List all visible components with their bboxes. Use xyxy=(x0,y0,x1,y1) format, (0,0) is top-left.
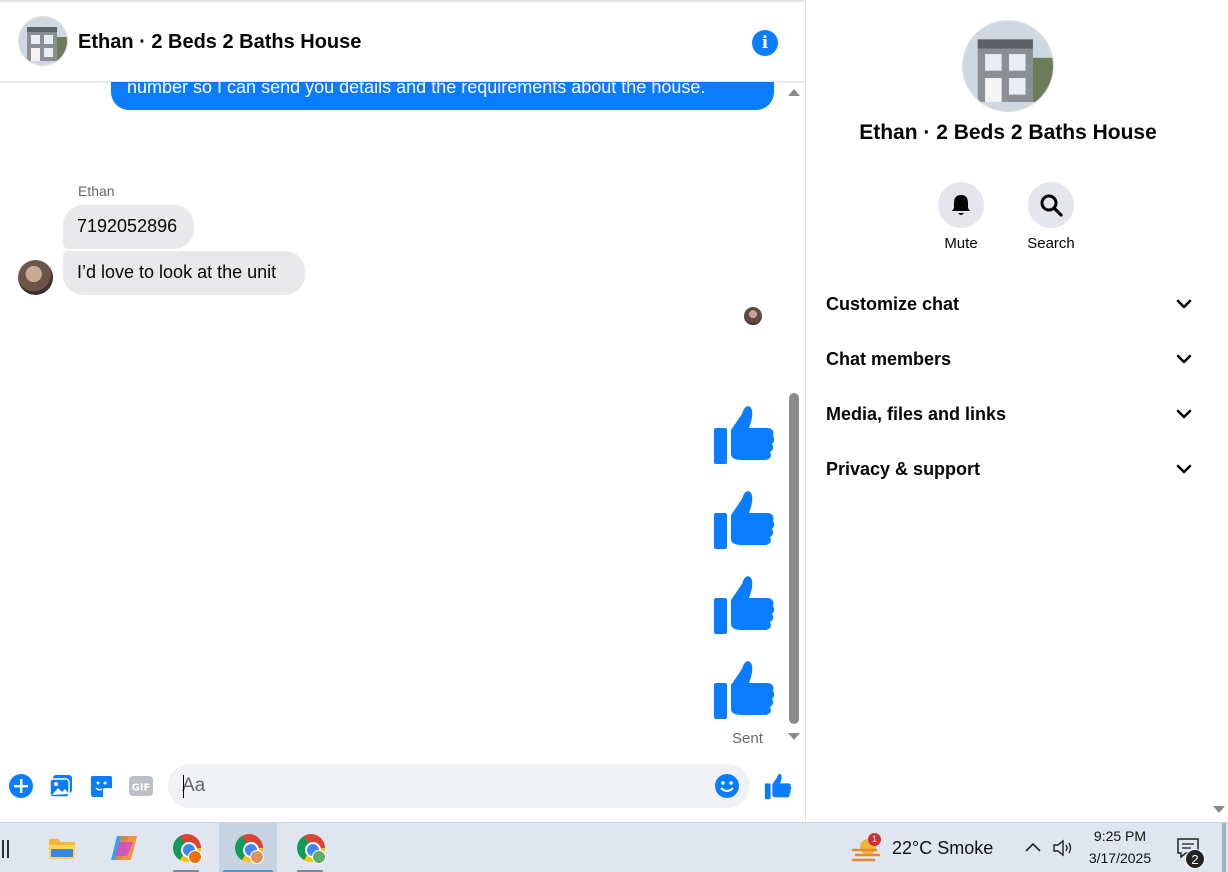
panel-avatar[interactable] xyxy=(962,20,1054,112)
conversation-avatar[interactable] xyxy=(18,16,68,66)
search-button[interactable]: Search xyxy=(1006,182,1096,252)
profile-badge-icon xyxy=(312,850,326,864)
scroll-down-arrow[interactable] xyxy=(788,733,800,740)
section-title: Media, files and links xyxy=(826,404,1007,424)
volume-icon[interactable] xyxy=(1052,838,1076,858)
app-window: Ethan · 2 Beds 2 Baths House i number so… xyxy=(0,0,1228,872)
text-caret xyxy=(183,775,184,798)
chat-pane: Ethan · 2 Beds 2 Baths House i number so… xyxy=(0,0,806,822)
taskbar-chrome-profile-b[interactable] xyxy=(219,823,277,872)
taskbar-chrome-profile-c[interactable] xyxy=(281,823,339,872)
thumbs-up-icon[interactable] xyxy=(712,487,776,551)
folder-icon xyxy=(49,839,75,859)
taskbar-copilot[interactable] xyxy=(95,823,153,872)
chat-header: Ethan · 2 Beds 2 Baths House i xyxy=(0,0,805,82)
incoming-message-bubble[interactable]: 7192052896 xyxy=(63,205,194,249)
info-icon[interactable]: i xyxy=(752,30,778,56)
section-privacy-support[interactable]: Privacy & support xyxy=(826,449,1194,489)
search-label: Search xyxy=(1027,235,1075,252)
message-input-box[interactable] xyxy=(168,764,750,808)
weather-text[interactable]: 22°C Smoke xyxy=(892,838,993,859)
scroll-down-arrow[interactable] xyxy=(1213,806,1225,813)
sticker-icon[interactable] xyxy=(88,773,114,799)
sender-name: Ethan xyxy=(78,183,115,199)
emoji-icon[interactable] xyxy=(714,773,740,799)
section-media-files-links[interactable]: Media, files and links xyxy=(826,394,1194,434)
show-desktop-button[interactable] xyxy=(1222,823,1226,872)
task-view-icon[interactable] xyxy=(0,838,12,860)
section-title: Chat members xyxy=(826,349,952,369)
section-title: Privacy & support xyxy=(826,459,981,479)
notification-count-badge: 2 xyxy=(1185,849,1205,869)
sender-avatar[interactable] xyxy=(18,260,53,295)
svg-text:GIF: GIF xyxy=(132,783,151,794)
scrollbar-thumb[interactable] xyxy=(789,393,799,724)
bell-icon xyxy=(952,195,970,215)
taskbar-chrome-profile-a[interactable] xyxy=(157,823,215,872)
outgoing-message-text: number so I can send you details and the… xyxy=(127,82,706,97)
photo-icon[interactable] xyxy=(48,773,74,799)
plus-circle-icon[interactable] xyxy=(8,773,34,799)
like-send-icon[interactable] xyxy=(764,772,792,800)
read-receipt-avatar xyxy=(744,307,762,325)
mute-button[interactable]: Mute xyxy=(916,182,1006,252)
profile-badge-icon xyxy=(250,850,264,864)
weather-alert-badge: 1 xyxy=(868,833,881,846)
gif-icon[interactable]: GIF xyxy=(128,773,154,799)
chevron-down-icon xyxy=(1176,299,1192,309)
taskbar-file-explorer[interactable] xyxy=(33,823,91,872)
message-input[interactable] xyxy=(182,772,702,800)
thumbs-up-icon[interactable] xyxy=(712,657,776,721)
chevron-down-icon xyxy=(1176,409,1192,419)
thumbs-up-icon[interactable] xyxy=(712,572,776,636)
thumbs-up-icon[interactable] xyxy=(712,402,776,466)
search-icon xyxy=(1040,194,1063,217)
chevron-down-icon xyxy=(1176,464,1192,474)
section-chat-members[interactable]: Chat members xyxy=(826,339,1194,379)
outgoing-message-bubble[interactable]: number so I can send you details and the… xyxy=(111,82,774,110)
message-list: number so I can send you details and the… xyxy=(0,82,788,750)
clock-date[interactable]: 3/17/2025 xyxy=(1084,850,1156,866)
section-title: Customize chat xyxy=(826,294,960,314)
panel-title: Ethan · 2 Beds 2 Baths House xyxy=(859,121,1157,144)
clock-time[interactable]: 9:25 PM xyxy=(1084,828,1156,844)
scroll-up-arrow[interactable] xyxy=(788,89,800,96)
conversation-title[interactable]: Ethan · 2 Beds 2 Baths House xyxy=(78,31,361,54)
taskbar: 1 22°C Smoke 9:25 PM 3/17/2025 2 xyxy=(0,822,1228,872)
profile-badge-icon xyxy=(188,850,202,864)
chevron-down-icon xyxy=(1176,354,1192,364)
chevron-up-icon[interactable] xyxy=(1024,841,1042,853)
conversation-details-panel: Ethan · 2 Beds 2 Baths House Mute Search… xyxy=(806,0,1210,822)
copilot-icon xyxy=(111,836,137,860)
mute-label: Mute xyxy=(944,235,978,252)
incoming-message-bubble[interactable]: I’d love to look at the unit xyxy=(63,251,305,295)
message-status: Sent xyxy=(732,730,763,747)
section-customize-chat[interactable]: Customize chat xyxy=(826,284,1194,324)
message-composer: GIF xyxy=(0,754,805,822)
page-scrollbar[interactable] xyxy=(1210,0,1228,822)
